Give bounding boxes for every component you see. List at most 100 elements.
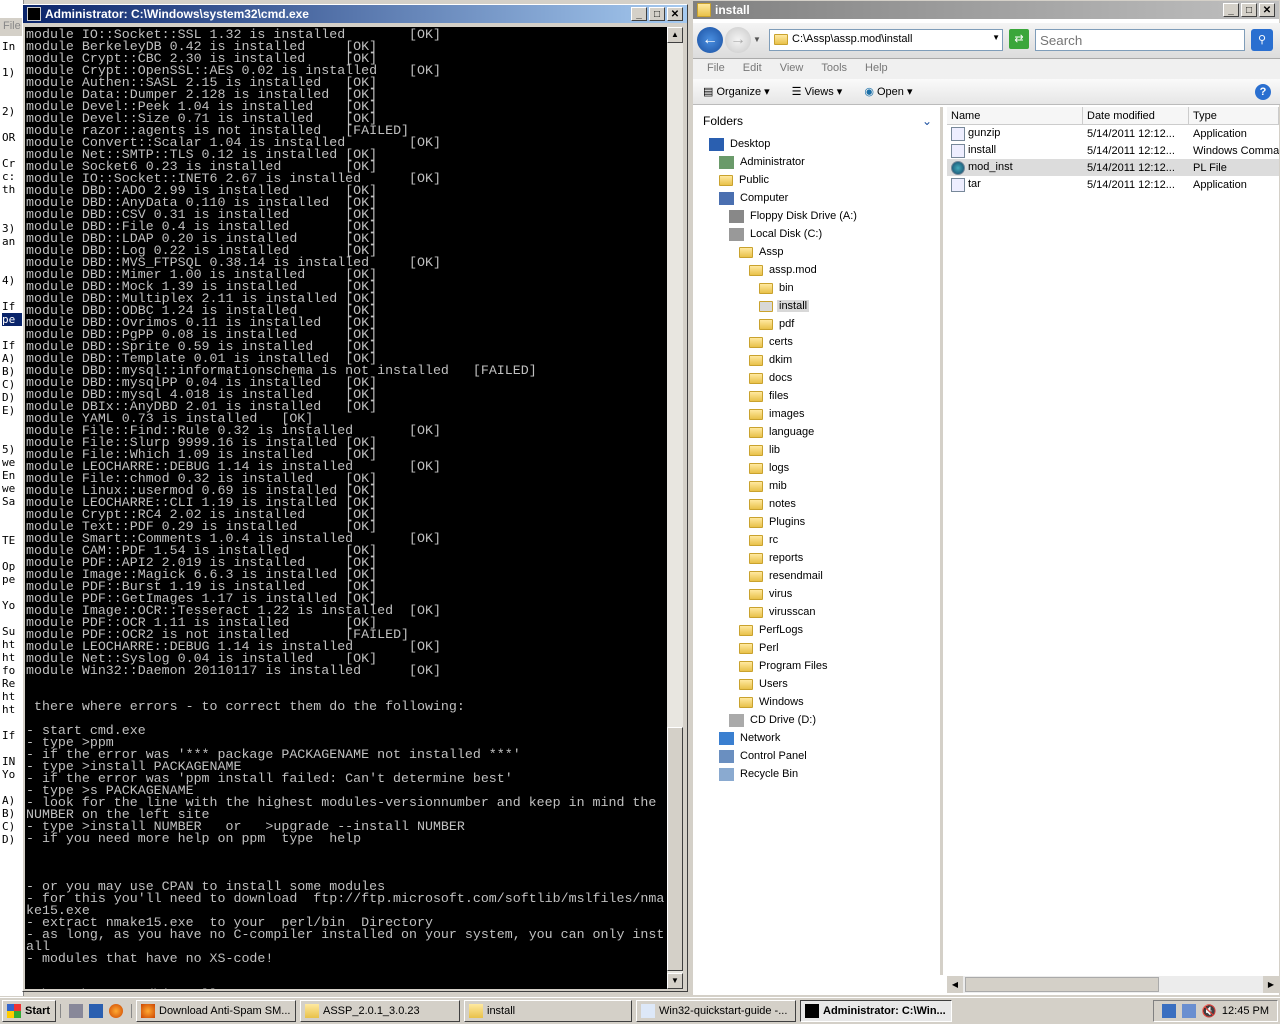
server-manager-icon[interactable] [69, 1004, 83, 1018]
menu-file[interactable]: File [707, 62, 725, 76]
search-icon[interactable]: ⚲ [1251, 29, 1273, 51]
console-scrollbar[interactable]: ▲ ▼ [667, 27, 683, 989]
show-desktop-icon[interactable] [89, 1004, 103, 1018]
background-notepad-window[interactable]: File In 1) 2) OR Cr c: th 3) an 4) If pe If A) B) C) D) E… [0, 0, 24, 996]
taskbar-item[interactable]: install [464, 1000, 632, 1022]
tree-item-desktop[interactable]: Desktop [695, 135, 940, 153]
folder-icon [749, 390, 763, 402]
tree-item-images[interactable]: images [695, 405, 940, 423]
views-button[interactable]: ☰ Views ▾ [792, 85, 843, 98]
tree-item-public[interactable]: Public [695, 171, 940, 189]
tree-item-program-files[interactable]: Program Files [695, 657, 940, 675]
file-row[interactable]: mod_inst 5/14/2011 12:12... PL File [947, 159, 1279, 176]
tree-item-windows[interactable]: Windows [695, 693, 940, 711]
tree-item-notes[interactable]: notes [695, 495, 940, 513]
column-header-type[interactable]: Type [1189, 107, 1279, 124]
notepad-menu-file[interactable]: File [0, 18, 24, 36]
scroll-up-arrow-icon[interactable]: ▲ [667, 27, 683, 43]
close-button[interactable]: ✕ [667, 7, 683, 21]
firefox-icon[interactable] [109, 1004, 123, 1018]
tree-item-logs[interactable]: logs [695, 459, 940, 477]
explorer-title-bar[interactable]: install _ □ ✕ [693, 1, 1279, 19]
tree-item-recycle-bin[interactable]: Recycle Bin [695, 765, 940, 783]
folder-icon [719, 174, 733, 186]
tree-item-administrator[interactable]: Administrator [695, 153, 940, 171]
tree-item-bin[interactable]: bin [695, 279, 940, 297]
minimize-button[interactable]: _ [631, 7, 647, 21]
volume-muted-icon[interactable]: 🔇 [1202, 1004, 1217, 1018]
menu-edit[interactable]: Edit [743, 62, 762, 76]
tree-item-language[interactable]: language [695, 423, 940, 441]
taskbar-item[interactable]: Download Anti-Spam SM... [136, 1000, 296, 1022]
tree-item-cd-drive-d-[interactable]: CD Drive (D:) [695, 711, 940, 729]
tree-item-resendmail[interactable]: resendmail [695, 567, 940, 585]
minimize-button[interactable]: _ [1223, 3, 1239, 17]
open-button[interactable]: ◉ Open ▾ [864, 85, 912, 98]
menu-view[interactable]: View [780, 62, 804, 76]
tree-item-pdf[interactable]: pdf [695, 315, 940, 333]
clock[interactable]: 12:45 PM [1222, 1005, 1269, 1017]
network-tray-icon[interactable] [1161, 1004, 1176, 1018]
organize-button[interactable]: ▤ Organize ▾ [703, 85, 770, 98]
tree-item-dkim[interactable]: dkim [695, 351, 940, 369]
refresh-button[interactable]: ⇄ [1009, 29, 1029, 49]
tree-item-virus[interactable]: virus [695, 585, 940, 603]
tree-item-install[interactable]: install [695, 297, 940, 315]
collapse-chevron-icon[interactable]: ⌄ [922, 114, 932, 128]
start-button[interactable]: Start [2, 1000, 56, 1022]
scroll-left-arrow-icon[interactable]: ◀ [947, 976, 963, 993]
menu-help[interactable]: Help [865, 62, 888, 76]
folders-header[interactable]: Folders ⌄ [695, 107, 940, 135]
file-list-scrollbar[interactable]: ◀ ▶ [947, 976, 1279, 993]
tree-item-perl[interactable]: Perl [695, 639, 940, 657]
explorer-window[interactable]: install _ □ ✕ ← → ▼ C:\Assp\assp.mod\ins… [692, 0, 1280, 996]
scroll-thumb[interactable] [667, 727, 683, 971]
tree-item-reports[interactable]: reports [695, 549, 940, 567]
file-row[interactable]: tar 5/14/2011 12:12... Application [947, 176, 1279, 193]
tree-item-assp-mod[interactable]: assp.mod [695, 261, 940, 279]
maximize-button[interactable]: □ [649, 7, 665, 21]
cmd-title-bar[interactable]: Administrator: C:\Windows\system32\cmd.e… [23, 5, 687, 23]
tree-item-virusscan[interactable]: virusscan [695, 603, 940, 621]
cmd-window[interactable]: Administrator: C:\Windows\system32\cmd.e… [22, 4, 688, 992]
notepad-text[interactable]: In 1) 2) OR Cr c: th 3) an 4) If pe If A) B) C) D) E) 5) we… [2, 40, 22, 846]
help-icon[interactable]: ? [1255, 83, 1271, 100]
tree-item-files[interactable]: files [695, 387, 940, 405]
maximize-button[interactable]: □ [1241, 3, 1257, 17]
tree-item-rc[interactable]: rc [695, 531, 940, 549]
tree-item-assp[interactable]: Assp [695, 243, 940, 261]
address-bar[interactable]: C:\Assp\assp.mod\install ▼ [769, 29, 1003, 51]
tree-item-local-disk-c-[interactable]: Local Disk (C:) [695, 225, 940, 243]
taskbar-items: Download Anti-Spam SM... ASSP_2.0.1_3.0.2… [136, 1000, 952, 1022]
close-button[interactable]: ✕ [1259, 3, 1275, 17]
tree-item-computer[interactable]: Computer [695, 189, 940, 207]
tree-item-lib[interactable]: lib [695, 441, 940, 459]
column-header-name[interactable]: Name [947, 107, 1083, 124]
scroll-right-arrow-icon[interactable]: ▶ [1263, 976, 1279, 993]
taskbar-item[interactable]: Win32-quickstart-guide -... [636, 1000, 796, 1022]
address-dropdown-icon[interactable]: ▼ [992, 33, 1000, 42]
recent-pages-chevron-icon[interactable]: ▼ [753, 35, 761, 44]
scroll-down-arrow-icon[interactable]: ▼ [667, 973, 683, 989]
network-disconnected-icon[interactable] [1181, 1004, 1196, 1018]
tree-item-docs[interactable]: docs [695, 369, 940, 387]
tree-item-mib[interactable]: mib [695, 477, 940, 495]
tree-item-plugins[interactable]: Plugins [695, 513, 940, 531]
tree-item-floppy-disk-drive-a-[interactable]: Floppy Disk Drive (A:) [695, 207, 940, 225]
search-input[interactable] [1035, 29, 1245, 51]
tree-item-users[interactable]: Users [695, 675, 940, 693]
column-header-date-modified[interactable]: Date modified [1083, 107, 1189, 124]
tree-item-control-panel[interactable]: Control Panel [695, 747, 940, 765]
tree-item-perflogs[interactable]: PerfLogs [695, 621, 940, 639]
forward-button[interactable]: → [725, 27, 751, 53]
file-row[interactable]: install 5/14/2011 12:12... Windows Comma [947, 142, 1279, 159]
tree-item-network[interactable]: Network [695, 729, 940, 747]
back-button[interactable]: ← [697, 27, 723, 53]
taskbar-item[interactable]: Administrator: C:\Win... [800, 1000, 952, 1022]
scroll-thumb[interactable] [965, 977, 1159, 992]
tree-item-certs[interactable]: certs [695, 333, 940, 351]
file-row[interactable]: gunzip 5/14/2011 12:12... Application [947, 125, 1279, 142]
console-output[interactable]: module IO::Socket::SSL 1.32 is installed… [25, 27, 667, 989]
menu-tools[interactable]: Tools [821, 62, 847, 76]
taskbar-item[interactable]: ASSP_2.0.1_3.0.23 [300, 1000, 460, 1022]
